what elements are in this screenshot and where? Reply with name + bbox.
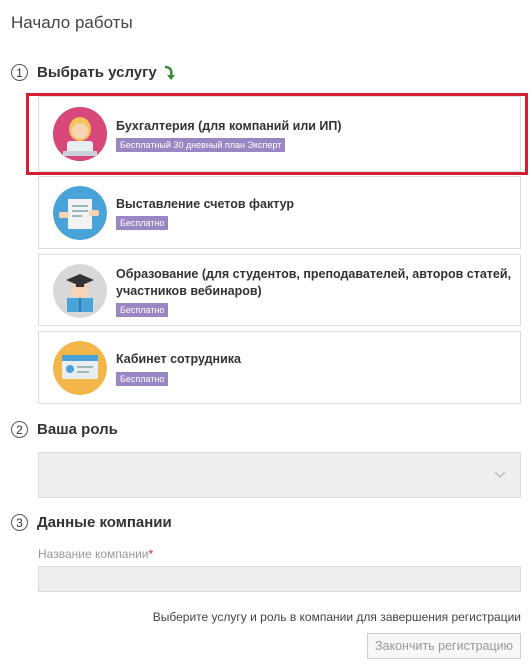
- service-card-education[interactable]: Образование (для студентов, преподавател…: [38, 254, 521, 326]
- invoice-icon: [53, 186, 107, 240]
- service-badge: Бесплатно: [116, 372, 169, 386]
- registration-hint: Выберите услугу и роль в компании для за…: [152, 610, 521, 624]
- step-1-header: 1 Выбрать услугу: [11, 64, 176, 81]
- finish-registration-button[interactable]: Закончить регистрацию: [367, 633, 521, 659]
- step-number: 3: [11, 514, 28, 531]
- step-3-header: 3 Данные компании: [11, 514, 172, 531]
- chevron-down-icon: [494, 471, 506, 479]
- service-title-line1: Образование (для студентов, преподавател…: [116, 267, 512, 281]
- service-card-invoices[interactable]: Выставление счетов фактур Бесплатно: [38, 176, 521, 249]
- employee-card-icon: [53, 341, 107, 395]
- step-number: 2: [11, 421, 28, 438]
- curved-arrow-down-icon: [164, 65, 175, 80]
- service-title: Выставление счетов фактур: [116, 197, 295, 211]
- service-title: Кабинет сотрудника: [116, 352, 241, 366]
- step-title: Ваша роль: [37, 421, 118, 438]
- company-name-label: Название компании*: [38, 547, 153, 561]
- service-badge: Бесплатно: [116, 216, 169, 230]
- step-number: 1: [11, 64, 28, 81]
- company-name-input[interactable]: [38, 566, 521, 592]
- step-2-header: 2 Ваша роль: [11, 421, 118, 438]
- company-name-label-text: Название компании: [38, 547, 149, 561]
- service-badge: Бесплатный 30 дневный план Эксперт: [116, 138, 286, 152]
- service-title: Бухгалтерия (для компаний или ИП): [116, 119, 342, 133]
- role-select[interactable]: [38, 452, 521, 498]
- service-card-accounting[interactable]: Бухгалтерия (для компаний или ИП) Беспла…: [38, 96, 521, 172]
- page-title: Начало работы: [11, 13, 133, 32]
- required-mark: *: [148, 547, 154, 561]
- service-card-employee[interactable]: Кабинет сотрудника Бесплатно: [38, 331, 521, 404]
- service-badge: Бесплатно: [116, 303, 169, 317]
- accountant-avatar-icon: [53, 107, 107, 161]
- service-title-line2: участников вебинаров): [116, 284, 262, 298]
- step-title: Данные компании: [37, 514, 172, 531]
- step-title: Выбрать услугу: [37, 64, 157, 81]
- graduate-icon: [53, 264, 107, 318]
